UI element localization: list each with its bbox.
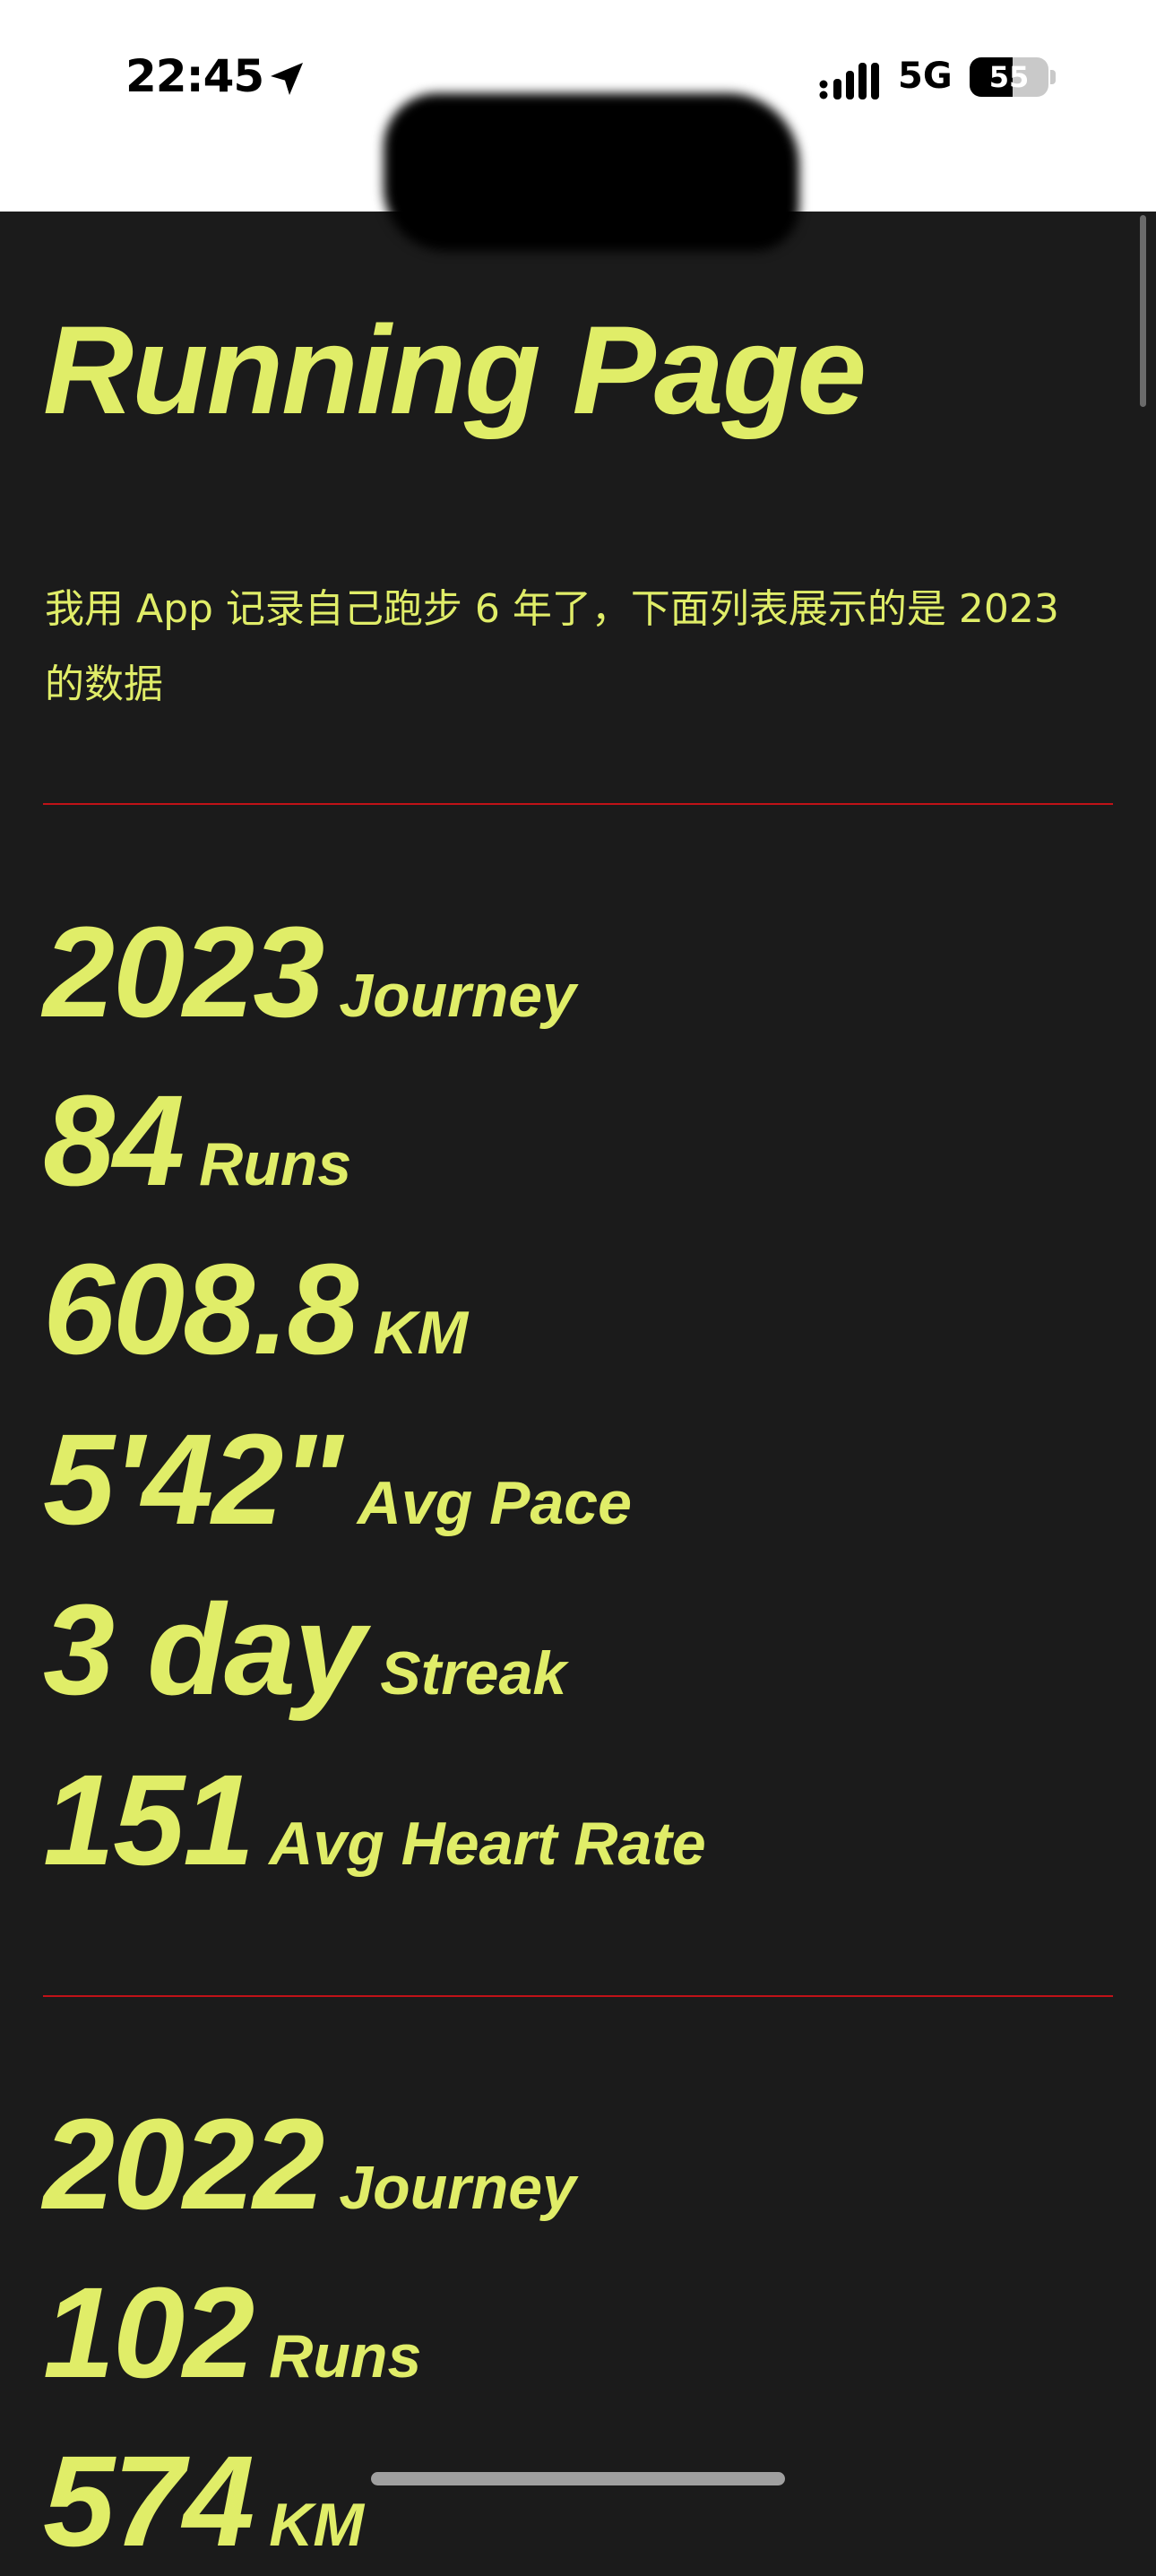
stat-avg-heart-rate: 151 Avg Heart Rate <box>43 1746 706 1895</box>
stat-label: Journey <box>339 962 576 1030</box>
stat-distance: 574 KM <box>43 2427 364 2576</box>
location-arrow-icon <box>271 63 303 95</box>
stat-avg-pace: 5'42" Avg Pace <box>43 1405 632 1554</box>
stat-label: KM <box>269 2491 365 2559</box>
network-type: 5G <box>898 56 953 97</box>
stat-streak: 3 day Streak <box>43 1576 566 1725</box>
stat-runs: 102 Runs <box>43 2259 421 2407</box>
stat-distance: 608.8 KM <box>43 1235 468 1384</box>
stat-value: 151 <box>43 1748 254 1892</box>
stat-label: Journey <box>339 2154 576 2222</box>
battery-cap <box>1050 70 1056 84</box>
intro-text: 我用 App 记录自己跑步 6 年了，下面列表展示的是 2023 的数据 <box>45 586 1059 707</box>
scrollbar[interactable] <box>1140 215 1146 407</box>
stat-value: 84 <box>43 1068 185 1213</box>
section-divider <box>43 803 1113 805</box>
stat-year: 2022 Journey <box>43 2090 576 2239</box>
stat-value: 2023 <box>43 900 324 1044</box>
stat-value: 3 day <box>43 1578 366 1722</box>
stat-value: 2022 <box>43 2092 324 2236</box>
section-divider <box>43 1995 1113 1997</box>
stat-label: Runs <box>199 1130 352 1198</box>
stat-label: Streak <box>380 1639 567 1707</box>
battery-level: 55 <box>988 60 1030 94</box>
stat-label: KM <box>373 1299 469 1367</box>
stat-year: 2023 Journey <box>43 898 576 1047</box>
stat-value: 574 <box>43 2429 254 2573</box>
stat-label: Runs <box>269 2322 422 2390</box>
stat-value: 608.8 <box>43 1237 358 1381</box>
stat-value: 5'42" <box>43 1407 343 1552</box>
redacted-area <box>384 93 799 251</box>
cellular-signal-icon <box>819 63 879 99</box>
stat-label: Avg Heart Rate <box>269 1810 706 1878</box>
battery-icon: 55 <box>970 57 1048 97</box>
stat-label: Avg Pace <box>357 1469 632 1537</box>
home-indicator[interactable] <box>371 2472 785 2485</box>
status-time: 22:45 <box>125 50 264 102</box>
stat-runs: 84 Runs <box>43 1067 351 1215</box>
page-title: Running Page <box>43 299 867 440</box>
stat-value: 102 <box>43 2260 254 2405</box>
